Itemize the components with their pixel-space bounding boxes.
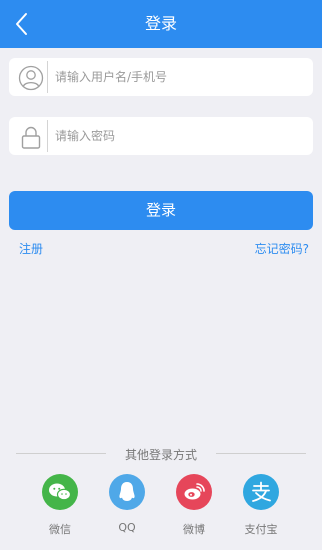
user-icon	[18, 65, 44, 91]
qq-icon	[109, 474, 145, 510]
login-button[interactable]: 登录	[9, 191, 313, 230]
forgot-password-link[interactable]: 忘记密码?	[255, 240, 309, 257]
wechat-login-button[interactable]: 微信	[35, 474, 85, 537]
alipay-label: 支付宝	[244, 523, 278, 536]
other-login-title: 其他登录方式	[124, 448, 197, 462]
divider-line-right	[216, 453, 306, 454]
wechat-label: 微信	[49, 523, 71, 536]
alipay-login-button[interactable]: 支付宝	[236, 474, 286, 537]
password-input[interactable]	[55, 117, 305, 155]
lock-icon	[18, 124, 44, 150]
username-input[interactable]	[55, 58, 305, 96]
weibo-login-button[interactable]: 微博	[169, 474, 219, 537]
alipay-icon	[243, 474, 279, 510]
qq-label: QQ	[118, 521, 136, 534]
wechat-icon	[42, 474, 78, 510]
password-field[interactable]	[9, 117, 313, 155]
username-field[interactable]	[9, 58, 313, 96]
page-title: 登录	[144, 14, 177, 33]
field-divider	[47, 120, 48, 152]
weibo-label: 微博	[183, 523, 205, 536]
app-header: 登录	[0, 0, 322, 48]
qq-login-button[interactable]: QQ	[102, 474, 152, 534]
register-link[interactable]: 注册	[19, 240, 43, 257]
weibo-icon	[176, 474, 212, 510]
field-divider	[47, 61, 48, 93]
